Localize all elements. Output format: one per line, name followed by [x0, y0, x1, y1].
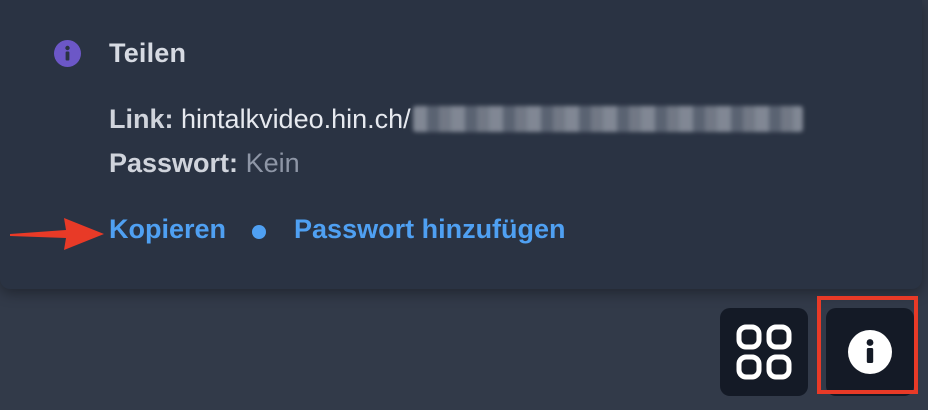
share-popover: Teilen Link: hintalkvideo.hin.ch/ Passwo…	[0, 0, 922, 289]
grid-view-button[interactable]	[720, 308, 808, 396]
copy-link-button[interactable]: Kopieren	[109, 214, 226, 245]
highlight-box	[817, 296, 918, 394]
link-label: Link:	[109, 104, 174, 134]
share-actions: Kopieren Passwort hinzufügen	[109, 214, 566, 245]
grid-icon	[736, 324, 792, 380]
info-icon	[54, 40, 81, 67]
separator-dot	[252, 224, 267, 239]
panel-title: Teilen	[109, 38, 187, 68]
password-row: Passwort: Kein	[109, 148, 300, 179]
redacted-link-path	[412, 105, 803, 132]
link-row: Link: hintalkvideo.hin.ch/	[109, 104, 803, 135]
password-label: Passwort:	[109, 148, 239, 178]
add-password-button[interactable]: Passwort hinzufügen	[294, 214, 566, 245]
red-arrow-icon	[10, 218, 104, 250]
link-value: hintalkvideo.hin.ch/	[181, 104, 411, 134]
password-value: Kein	[245, 148, 300, 178]
